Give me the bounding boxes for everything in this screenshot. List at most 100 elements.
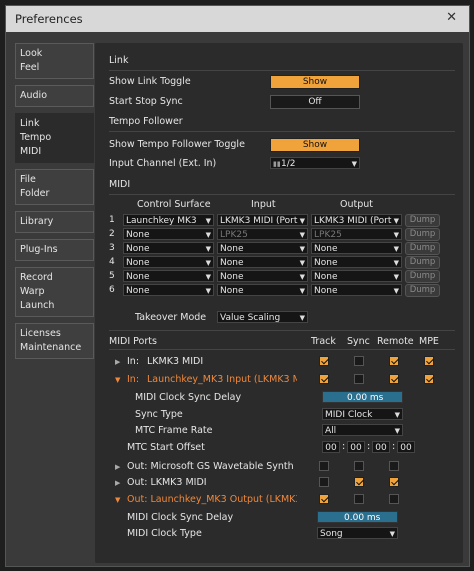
divider: [109, 70, 455, 71]
chevron-down-icon: ▼: [205, 259, 211, 267]
dump-button-2[interactable]: Dump: [405, 228, 440, 241]
control-surface-dropdown-3[interactable]: None ▼: [123, 242, 214, 254]
sync-type-dropdown[interactable]: MIDI Clock ▼: [322, 408, 403, 420]
dump-button-4[interactable]: Dump: [405, 256, 440, 269]
mtc-offset-frames[interactable]: 00: [397, 441, 415, 453]
input-dropdown-4[interactable]: None ▼: [217, 256, 308, 268]
tab-label: Folder: [20, 188, 50, 199]
row-number: 4: [109, 257, 115, 267]
expand-triangle-icon[interactable]: ▶: [115, 479, 120, 487]
input-channel-label: Input Channel (Ext. In): [109, 158, 217, 169]
remote-checkbox[interactable]: [389, 374, 399, 384]
output-dropdown-3[interactable]: None ▼: [311, 242, 402, 254]
input-dropdown-2[interactable]: LPK25 ▼: [217, 228, 308, 240]
control-surface-header: Control Surface: [137, 199, 211, 210]
input-dropdown-1[interactable]: LKMK3 MIDI (Port ▼: [217, 214, 308, 226]
show-link-toggle-button[interactable]: Show: [270, 75, 360, 89]
colon-separator: :: [342, 441, 346, 452]
control-surface-dropdown-2[interactable]: None ▼: [123, 228, 214, 240]
sync-checkbox[interactable]: [354, 461, 364, 471]
sync-checkbox[interactable]: [354, 494, 364, 504]
track-header: Track: [311, 336, 336, 347]
tab-licenses-maintenance[interactable]: Licenses Maintenance: [15, 323, 94, 359]
control-surface-dropdown-6[interactable]: None ▼: [123, 284, 214, 296]
output-dropdown-2[interactable]: LPK25 ▼: [311, 228, 402, 240]
dropdown-value: LKMK3 MIDI (Port: [314, 216, 392, 226]
input-dropdown-5[interactable]: None ▼: [217, 270, 308, 282]
track-checkbox[interactable]: [319, 461, 329, 471]
show-tempo-follower-toggle-button[interactable]: Show: [270, 138, 360, 152]
dropdown-value: All: [325, 426, 337, 436]
control-surface-dropdown-5[interactable]: None ▼: [123, 270, 214, 282]
tab-label: MIDI: [20, 146, 42, 157]
preferences-panel: Link Show Link Toggle Show Start Stop Sy…: [95, 43, 463, 563]
link-heading: Link: [109, 55, 129, 66]
output-dropdown-5[interactable]: None ▼: [311, 270, 402, 282]
port-name: Out: LKMK3 MIDI: [127, 477, 207, 488]
tempo-follower-heading: Tempo Follower: [109, 116, 183, 127]
tab-label: File: [20, 174, 36, 185]
sync-checkbox[interactable]: [354, 374, 364, 384]
mtc-offset-seconds[interactable]: 00: [372, 441, 390, 453]
sync-checkbox[interactable]: [354, 356, 364, 366]
output-dropdown-1[interactable]: LKMK3 MIDI (Port ▼: [311, 214, 402, 226]
dump-button-3[interactable]: Dump: [405, 242, 440, 255]
chevron-down-icon: ▼: [299, 287, 305, 295]
input-channel-dropdown[interactable]: ▮▮ 1/2 ▼: [270, 157, 360, 169]
mtc-offset-hours[interactable]: 00: [322, 441, 340, 453]
chevron-down-icon: ▼: [389, 530, 395, 538]
remote-checkbox[interactable]: [389, 356, 399, 366]
close-icon[interactable]: ✕: [446, 10, 457, 25]
control-surface-dropdown-4[interactable]: None ▼: [123, 256, 214, 268]
sync-checkbox[interactable]: [354, 477, 364, 487]
mtc-frame-rate-label: MTC Frame Rate: [135, 425, 213, 436]
mtc-start-offset-label: MTC Start Offset: [127, 442, 205, 453]
dump-button-5[interactable]: Dump: [405, 270, 440, 283]
tab-link-tempo-midi[interactable]: Link Tempo MIDI: [15, 113, 94, 163]
output-dropdown-4[interactable]: None ▼: [311, 256, 402, 268]
input-dropdown-6[interactable]: None ▼: [217, 284, 308, 296]
collapse-triangle-icon[interactable]: ▼: [115, 376, 120, 384]
collapse-triangle-icon[interactable]: ▼: [115, 496, 120, 504]
control-surface-dropdown-1[interactable]: Launchkey MK3 ▼: [123, 214, 214, 226]
track-checkbox[interactable]: [319, 477, 329, 487]
tab-plug-ins[interactable]: Plug-Ins: [15, 239, 94, 261]
mtc-offset-minutes[interactable]: 00: [347, 441, 365, 453]
port-in-label: In:: [127, 356, 140, 367]
port-name: Out: Microsoft GS Wavetable Synth: [127, 461, 294, 472]
start-stop-sync-button[interactable]: Off: [270, 95, 360, 109]
input-dropdown-3[interactable]: None ▼: [217, 242, 308, 254]
tab-audio[interactable]: Audio: [15, 85, 94, 107]
row-number: 5: [109, 271, 115, 281]
midi-clock-sync-delay-input[interactable]: 0.00 ms: [317, 511, 398, 523]
track-checkbox[interactable]: [319, 494, 329, 504]
tab-record-warp-launch[interactable]: Record Warp Launch: [15, 267, 94, 317]
chevron-down-icon: ▼: [205, 217, 211, 225]
port-in-label: In:: [127, 374, 140, 385]
mtc-frame-rate-dropdown[interactable]: All ▼: [322, 424, 403, 436]
dropdown-value: None: [126, 286, 150, 296]
dropdown-value: Song: [320, 529, 343, 539]
dropdown-value: None: [126, 244, 150, 254]
track-checkbox[interactable]: [319, 356, 329, 366]
output-dropdown-6[interactable]: None ▼: [311, 284, 402, 296]
dump-button-1[interactable]: Dump: [405, 214, 440, 227]
takeover-mode-dropdown[interactable]: Value Scaling ▼: [217, 311, 308, 323]
remote-checkbox[interactable]: [389, 461, 399, 471]
expand-triangle-icon[interactable]: ▶: [115, 358, 120, 366]
chevron-down-icon: ▼: [205, 231, 211, 239]
midi-clock-type-dropdown[interactable]: Song ▼: [317, 527, 398, 539]
remote-checkbox[interactable]: [389, 477, 399, 487]
mpe-checkbox[interactable]: [424, 374, 434, 384]
midi-clock-sync-delay-input[interactable]: 0.00 ms: [322, 391, 403, 403]
track-checkbox[interactable]: [319, 374, 329, 384]
tab-look-feel[interactable]: Look Feel: [15, 43, 94, 79]
chevron-down-icon: ▼: [394, 411, 400, 419]
dump-button-6[interactable]: Dump: [405, 284, 440, 297]
tab-file-folder[interactable]: File Folder: [15, 169, 94, 205]
expand-triangle-icon[interactable]: ▶: [115, 463, 120, 471]
tab-label: Plug-Ins: [20, 244, 58, 255]
mpe-checkbox[interactable]: [424, 356, 434, 366]
tab-library[interactable]: Library: [15, 211, 94, 233]
remote-checkbox[interactable]: [389, 494, 399, 504]
